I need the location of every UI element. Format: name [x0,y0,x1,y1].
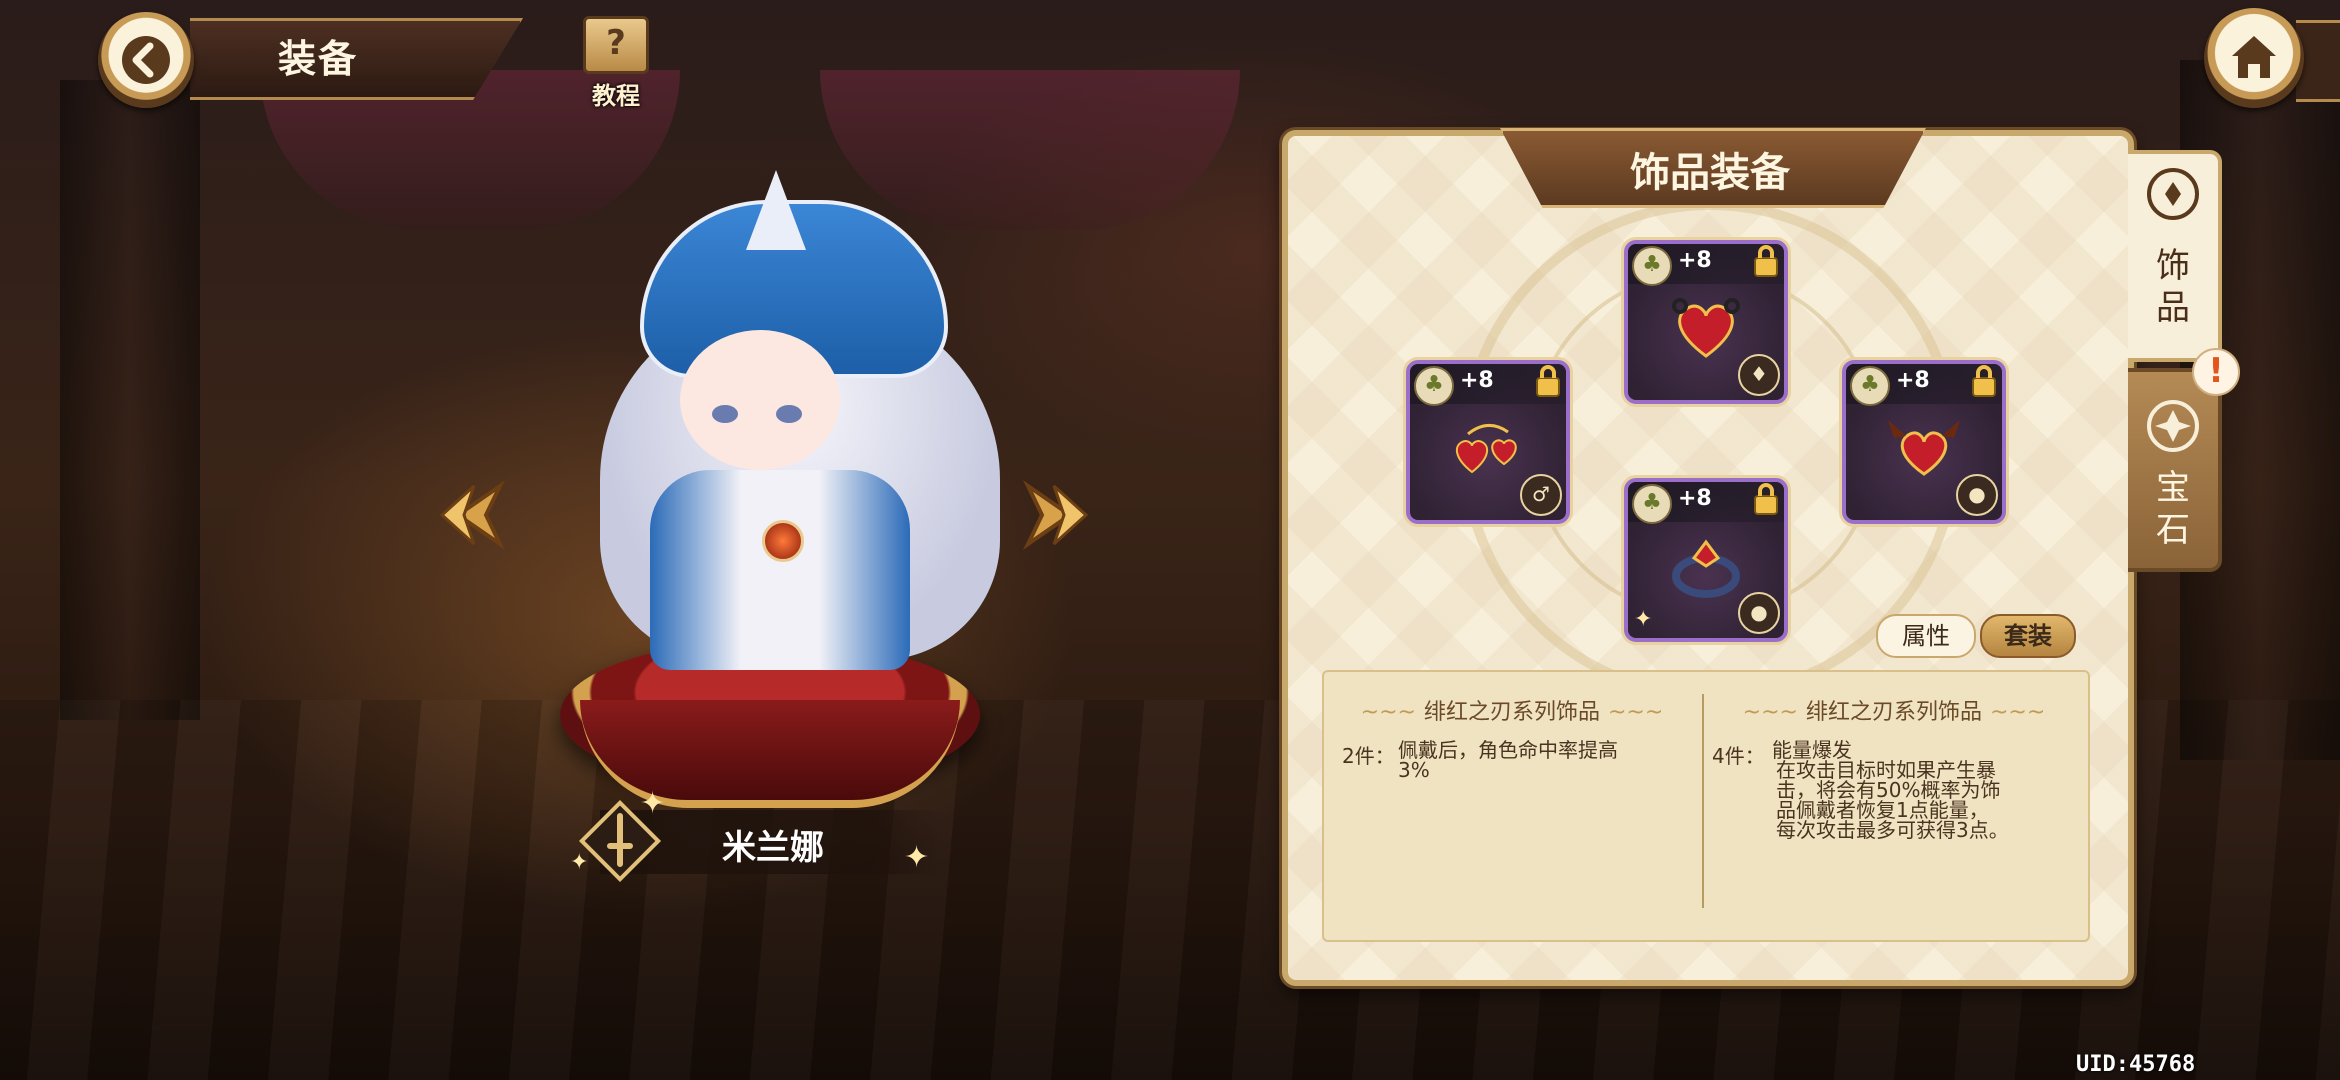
accessory-slot-bottom[interactable]: ♣ +8 ● ✦ [1624,478,1788,642]
divider [1702,694,1704,908]
back-button[interactable] [98,12,194,108]
lock-icon[interactable] [1752,244,1780,278]
panel-title: 饰品装备 [1630,150,1790,196]
character-name: 米兰娜 [722,828,824,868]
drop-icon: ♦ [1738,354,1780,396]
seed-icon: ● [1956,474,1998,516]
curtain-right [820,70,1240,230]
character-face [680,330,840,470]
seed-icon: ● [1738,592,1780,634]
tab-attributes[interactable]: 属性 [1876,614,1976,658]
user-id: UID:45768 [2076,1052,2196,1077]
winged-heart-icon [1888,420,1960,476]
accessory-slot-right[interactable]: ♣ +8 ● [1842,360,2006,524]
page-title: 装备 [278,37,359,81]
heart-earrings-icon [1455,424,1517,474]
character-gem [762,520,804,562]
clover-icon: ♣ [1632,484,1672,524]
tutorial-label: 教程 [592,82,640,110]
lock-icon[interactable] [1752,482,1780,516]
lock-icon[interactable] [1534,364,1562,398]
alert-badge: ! [2192,348,2240,396]
heart-chain-icon [1672,298,1740,358]
ruby-ring-icon [1672,539,1740,598]
side-tab-gem[interactable]: 宝 石 [2128,368,2222,572]
clover-icon: ♣ [1632,246,1672,286]
sparkle-icon: ✦ [904,840,930,875]
character-eye-right [776,405,802,423]
side-tab-label: 饰 [2156,246,2190,286]
question-book-icon: ? [583,16,649,74]
accessory-slot-left[interactable]: ♣ +8 ♂ [1406,360,1570,524]
hat-crest [746,170,806,250]
lock-icon[interactable] [1970,364,1998,398]
set-bonus-count: 2件： [1342,744,1395,768]
accessory-slot-top[interactable]: ♣ +8 ♦ [1624,240,1788,404]
accessory-icon [2147,168,2199,220]
star-icon: ✦ [1634,607,1653,632]
set-bonus-count: 4件： [1712,744,1765,768]
tutorial-button[interactable]: ? 教程 [578,16,654,110]
side-tab-label: 石 [2156,510,2190,550]
prev-character-arrow[interactable] [438,480,506,550]
tab-set[interactable]: 套装 [1980,614,2076,658]
enhance-level: +8 [1896,368,1930,393]
sparkle-icon: ✦ [570,850,589,875]
next-character-arrow[interactable] [1022,480,1090,550]
set-bonus-title: 绯红之刃系列饰品 [1714,694,2074,726]
character-eye-left [712,405,738,423]
clover-icon: ♣ [1414,366,1454,406]
clover-icon: ♣ [1850,366,1890,406]
pedestal-front [580,700,960,808]
sparkle-icon: ✦ [640,786,666,821]
set-bonus-title: 绯红之刃系列饰品 [1332,694,1692,726]
exclamation-icon: ! [2208,351,2224,391]
enhance-level: +8 [1678,486,1712,511]
pendant-icon: ♂ [1520,474,1562,516]
set-bonus-text: 能量爆发 在攻击目标时如果产生暴 击，将会有50%概率为饰 品佩戴者恢复1点能量… [1772,738,2009,842]
home-icon [2232,36,2276,78]
side-tab-label: 宝 [2156,468,2190,508]
side-tab-label: 品 [2156,288,2190,328]
side-tab-accessory[interactable]: 饰 品 [2128,150,2222,362]
enhance-level: +8 [1460,368,1494,393]
pillar-left [60,80,200,720]
home-button[interactable] [2204,8,2304,108]
set-bonus-text: 佩戴后，角色命中率提高 3% [1398,738,1618,782]
character-body[interactable] [650,470,910,670]
enhance-level: +8 [1678,248,1712,273]
back-arrow-icon [122,36,170,84]
gem-icon [2147,400,2199,452]
